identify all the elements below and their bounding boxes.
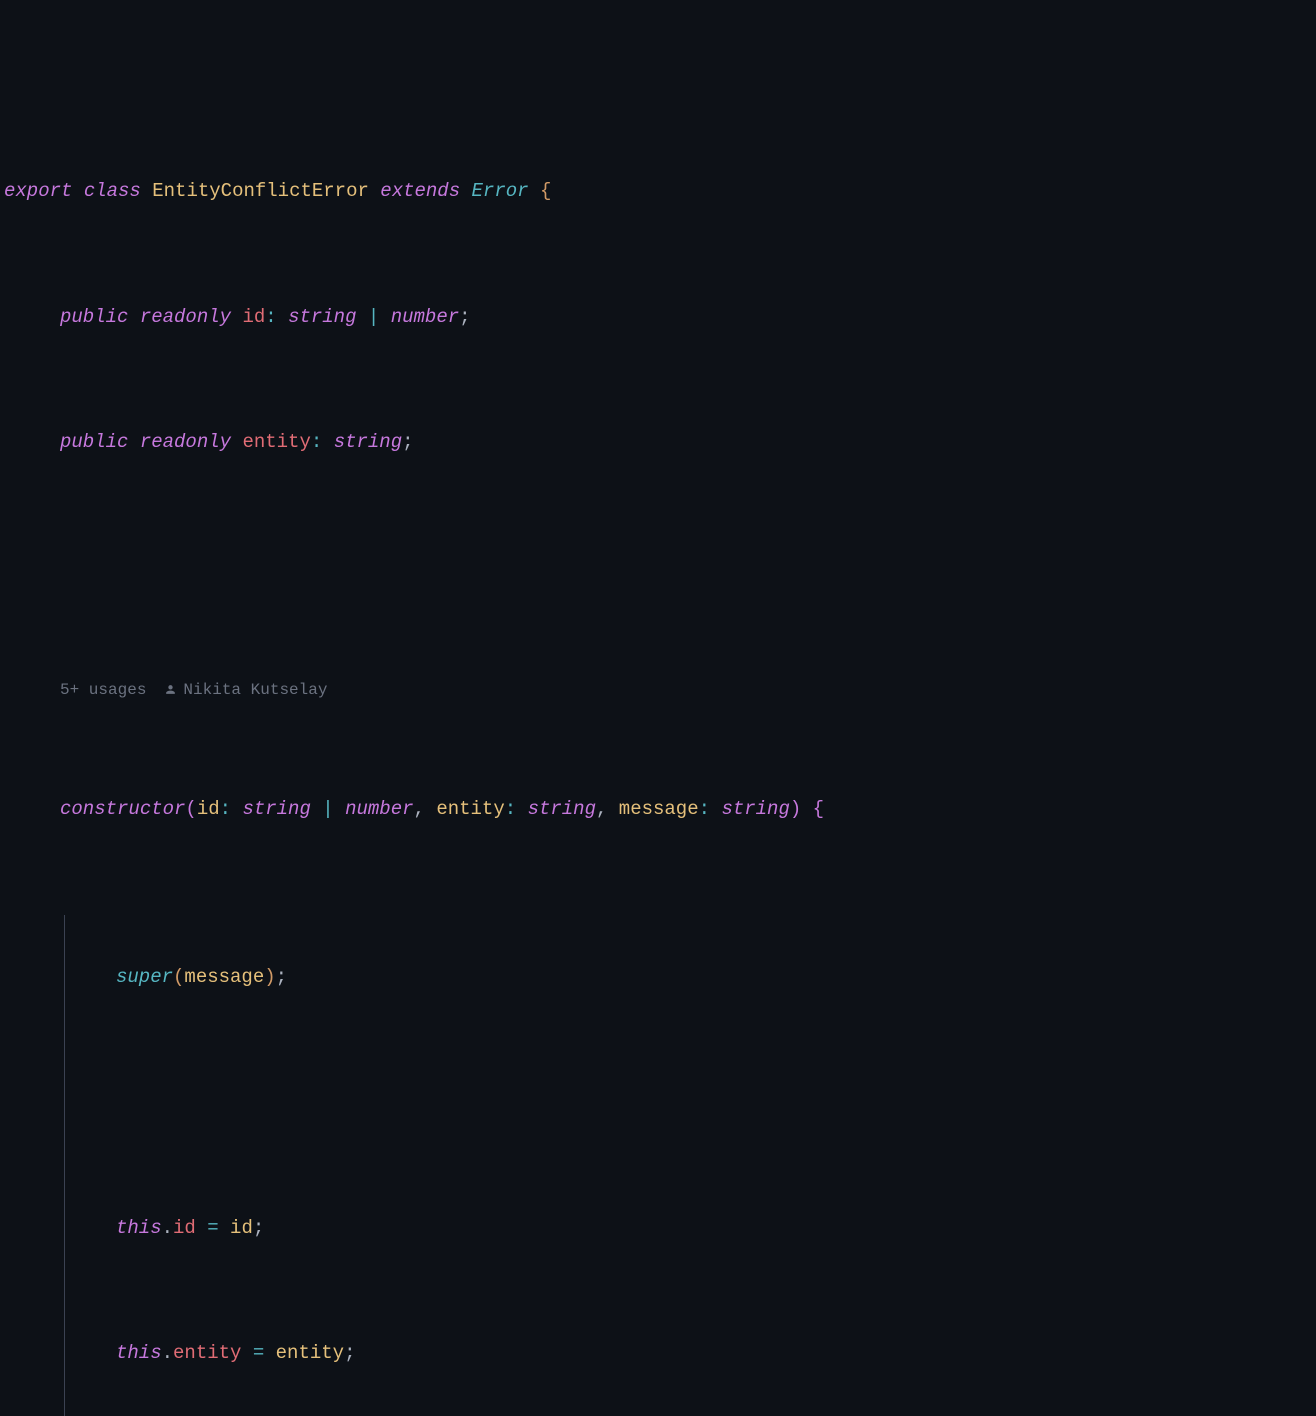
rhs-entity: entity bbox=[276, 1342, 344, 1364]
param-message: message bbox=[619, 798, 699, 820]
colon: : bbox=[505, 798, 516, 820]
keyword-constructor: constructor bbox=[60, 798, 185, 820]
code-line-assign-id[interactable]: this.id = id; bbox=[0, 1208, 1316, 1250]
pipe: | bbox=[322, 798, 333, 820]
paren-open: ( bbox=[173, 966, 184, 988]
dot: . bbox=[162, 1217, 173, 1239]
type-number: number bbox=[345, 798, 413, 820]
usages-link[interactable]: 5+ usages bbox=[60, 674, 146, 706]
code-line-field-id[interactable]: public readonly id: string | number; bbox=[0, 297, 1316, 339]
colon: : bbox=[699, 798, 710, 820]
type-string: string bbox=[721, 798, 789, 820]
keyword-public: public bbox=[60, 431, 128, 453]
paren-close: ) bbox=[264, 966, 275, 988]
type-string: string bbox=[528, 798, 596, 820]
prop-entity: entity bbox=[173, 1342, 241, 1364]
type-string: string bbox=[288, 306, 356, 328]
blank-line[interactable] bbox=[0, 548, 1316, 590]
keyword-this: this bbox=[116, 1342, 162, 1364]
semicolon: ; bbox=[459, 306, 470, 328]
pipe: | bbox=[368, 306, 379, 328]
field-name: id bbox=[242, 306, 265, 328]
comma: , bbox=[414, 798, 425, 820]
dot: . bbox=[162, 1342, 173, 1364]
param-id: id bbox=[197, 798, 220, 820]
comma: , bbox=[596, 798, 607, 820]
keyword-this: this bbox=[116, 1217, 162, 1239]
semicolon: ; bbox=[276, 966, 287, 988]
code-line-class-decl[interactable]: export class EntityConflictError extends… bbox=[0, 171, 1316, 213]
prop-id: id bbox=[173, 1217, 196, 1239]
semicolon: ; bbox=[402, 431, 413, 453]
code-line-constructor[interactable]: constructor(id: string | number, entity:… bbox=[0, 789, 1316, 831]
colon: : bbox=[265, 306, 276, 328]
keyword-readonly: readonly bbox=[140, 306, 231, 328]
super-type: Error bbox=[472, 180, 529, 202]
semicolon: ; bbox=[253, 1217, 264, 1239]
author-name: Nikita Kutselay bbox=[183, 674, 327, 706]
keyword-super: super bbox=[116, 966, 173, 988]
keyword-class: class bbox=[84, 180, 141, 202]
keyword-extends: extends bbox=[380, 180, 460, 202]
colon: : bbox=[220, 798, 231, 820]
semicolon: ; bbox=[344, 1342, 355, 1364]
brace-open: { bbox=[813, 798, 824, 820]
param-entity: entity bbox=[436, 798, 504, 820]
person-icon bbox=[164, 683, 177, 696]
keyword-readonly: readonly bbox=[140, 431, 231, 453]
field-name: entity bbox=[242, 431, 310, 453]
equals: = bbox=[207, 1217, 218, 1239]
keyword-public: public bbox=[60, 306, 128, 328]
brace-open: { bbox=[540, 180, 551, 202]
code-line-super-call[interactable]: super(message); bbox=[0, 957, 1316, 999]
author-link[interactable]: Nikita Kutselay bbox=[164, 674, 327, 706]
rhs-id: id bbox=[230, 1217, 253, 1239]
code-line-field-entity[interactable]: public readonly entity: string; bbox=[0, 422, 1316, 464]
class-name: EntityConflictError bbox=[152, 180, 369, 202]
paren-close: ) bbox=[790, 798, 801, 820]
arg-message: message bbox=[184, 966, 264, 988]
blank-line[interactable] bbox=[0, 1082, 1316, 1124]
type-number: number bbox=[391, 306, 459, 328]
colon: : bbox=[311, 431, 322, 453]
keyword-export: export bbox=[4, 180, 72, 202]
equals: = bbox=[253, 1342, 264, 1364]
paren-open: ( bbox=[185, 798, 196, 820]
code-line-assign-entity[interactable]: this.entity = entity; bbox=[0, 1333, 1316, 1375]
type-string: string bbox=[242, 798, 310, 820]
inlay-hint-constructor: 5+ usages Nikita Kutselay bbox=[0, 674, 1316, 706]
type-string: string bbox=[334, 431, 402, 453]
